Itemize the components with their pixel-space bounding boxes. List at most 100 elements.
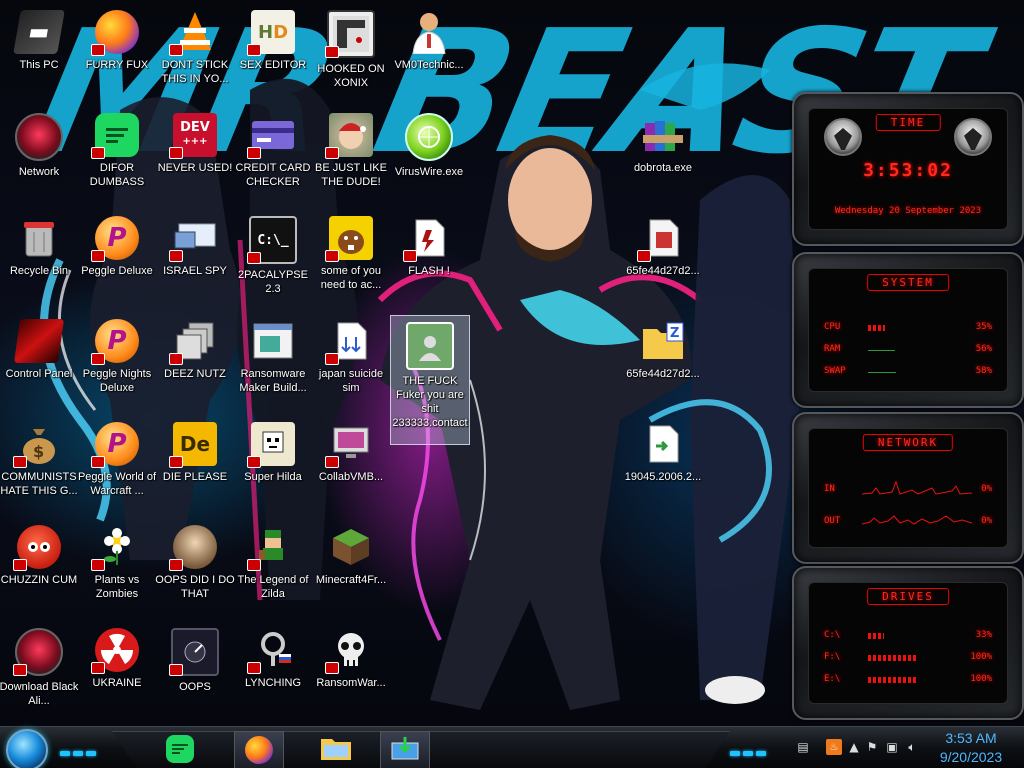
gadget-drives[interactable]: DRIVES C:\ 33% F:\ 100% E:\ 100% xyxy=(792,566,1024,720)
icon-communists[interactable]: $ COMMUNISTS HATE THIS G... xyxy=(0,416,78,512)
desktop: MR BEAST ▬ This PC FURRY FUX DONT STICK … xyxy=(0,0,1024,768)
icon-label: Ransomware Maker Build... xyxy=(239,368,307,394)
icon-vm0technic[interactable]: VM0Technic... xyxy=(390,4,468,100)
icon-the-fuck-contact[interactable]: THE FUCK Fuker you are shit 233333.conta… xyxy=(390,315,470,445)
icon-super-hilda[interactable]: Super Hilda xyxy=(234,416,312,512)
icon-this-pc[interactable]: ▬ This PC xyxy=(0,4,78,100)
icon-label: japan suicide sim xyxy=(318,368,384,394)
swap-bar xyxy=(868,372,896,373)
icon-israel-spy[interactable]: ISRAEL SPY xyxy=(156,210,234,306)
icon-lynching[interactable]: LYNCHING xyxy=(234,622,312,718)
icon-network[interactable]: Network xyxy=(0,107,78,203)
icon-peggle-world-of-warcraft[interactable]: P Peggle World of Warcraft ... xyxy=(78,416,156,512)
start-button[interactable] xyxy=(6,729,48,768)
taskbar-file-explorer-button[interactable] xyxy=(312,731,360,767)
icon-sex-editor[interactable]: HD SEX EDITOR xyxy=(234,4,312,100)
taskbar-green-app-button[interactable] xyxy=(156,731,204,767)
icon-flash[interactable]: FLASH ! xyxy=(390,210,468,306)
network-orb-icon xyxy=(15,113,63,161)
icon-label: ISRAEL SPY xyxy=(163,265,227,277)
icon-hooked-on-xonix[interactable]: HOOKED ON XONIX xyxy=(312,4,390,100)
icon-legend-of-zilda[interactable]: The Legend of Zilda xyxy=(234,519,312,615)
icon-label: Minecraft4Fr... xyxy=(315,574,387,586)
icon-control-panel[interactable]: Control Panel xyxy=(0,313,78,409)
skull-icon xyxy=(325,628,373,674)
file-explorer-icon xyxy=(320,733,352,765)
icon-peggle-nights[interactable]: P Peggle Nights Deluxe xyxy=(78,313,156,409)
icon-ransomwar[interactable]: RansomWar... xyxy=(312,622,390,718)
taskbar-clock[interactable]: 3:53 AM 9/20/2023 xyxy=(926,727,1016,768)
installer-icon xyxy=(325,319,373,365)
icon-label: RansomWar... xyxy=(316,677,386,689)
icon-credit-card-checker[interactable]: CREDIT CARD CHECKER xyxy=(234,107,312,203)
drive-row: C:\ 33% xyxy=(824,630,992,644)
icon-oops[interactable]: OOPS xyxy=(156,622,234,718)
icon-oops-did-i-do-that[interactable]: OOPS DID I DO THAT xyxy=(155,519,235,615)
volume-icon[interactable]: 🔈︎ xyxy=(904,739,920,755)
icon-65fe44d-1[interactable]: 65fe44d27d2... xyxy=(624,210,702,306)
icon-2pacalypse[interactable]: C:\_ 2PACALYPSE 2.3 xyxy=(234,210,312,306)
green-feedback-icon xyxy=(91,113,139,159)
icon-label: 65fe44d27d2... xyxy=(626,265,700,277)
icon-label: CREDIT CARD CHECKER xyxy=(235,162,311,188)
gadget-time[interactable]: TIME 3:53:02 Wednesday 20 September 2023 xyxy=(792,92,1024,246)
icon-19045[interactable]: 19045.2006.2... xyxy=(624,416,702,512)
icon-never-used[interactable]: DEV +++ NEVER USED! xyxy=(156,107,234,203)
drive-bar xyxy=(868,677,916,683)
icon-some-of-you[interactable]: some of you need to ac... xyxy=(312,210,390,306)
recycle-bin-icon xyxy=(17,216,61,260)
icon-die-please[interactable]: De DIE PLEASE xyxy=(156,416,234,512)
icon-furry-fux[interactable]: FURRY FUX xyxy=(78,4,156,100)
winrar-books-icon xyxy=(641,113,685,157)
icon-viruswire[interactable]: VirusWire.exe xyxy=(390,107,468,203)
net-out-label: OUT xyxy=(824,516,841,526)
icon-minecraft[interactable]: Minecraft4Fr... xyxy=(312,519,390,615)
drive-row: F:\ 100% xyxy=(824,652,992,666)
clock-date: 9/20/2023 xyxy=(939,749,1003,765)
icon-ransomware-maker[interactable]: Ransomware Maker Build... xyxy=(234,313,312,409)
swap-label: SWAP xyxy=(824,366,846,376)
icon-recycle-bin[interactable]: Recycle Bin xyxy=(0,210,78,306)
vm-app-icon xyxy=(390,735,420,765)
icon-dont-stick[interactable]: DONT STICK THIS IN YO... xyxy=(156,4,234,100)
swap-value: 58% xyxy=(975,366,992,376)
icon-label: SEX EDITOR xyxy=(239,59,307,71)
icon-plants-vs-zombies[interactable]: Plants vs Zombies xyxy=(78,519,156,615)
icon-chuzzin-cum[interactable]: CHUZZIN CUM xyxy=(0,519,78,615)
icon-label: Super Hilda xyxy=(244,471,302,483)
icon-label: NEVER USED! xyxy=(157,162,233,174)
network-status-icon[interactable]: ▣ xyxy=(884,739,900,755)
beaver-icon xyxy=(325,216,373,262)
flower-icon xyxy=(91,525,139,571)
action-center-flag-icon[interactable]: ⚑ xyxy=(864,739,880,755)
icon-ukraine[interactable]: UKRAINE xyxy=(78,622,156,718)
icon-peggle-deluxe[interactable]: P Peggle Deluxe xyxy=(78,210,156,306)
icon-label: OOPS xyxy=(179,681,211,693)
icon-dobrota[interactable]: dobrota.exe xyxy=(624,107,702,203)
peggle-p-icon: P xyxy=(91,319,139,365)
chuzzle-icon xyxy=(13,525,61,571)
taskbar-firefox-button[interactable] xyxy=(234,731,284,768)
icon-download-black-ali[interactable]: Download Black Ali... xyxy=(0,622,78,718)
drive-bar xyxy=(868,633,884,639)
icon-japan-suicide-sim[interactable]: japan suicide sim xyxy=(312,313,390,409)
gadget-time-title: TIME xyxy=(875,114,941,131)
tray-menu-icon[interactable]: ▤ xyxy=(792,739,814,755)
tray-app-icon[interactable]: ♨ xyxy=(826,739,842,755)
taskbar-decoration xyxy=(730,741,769,756)
drive-bar xyxy=(868,655,916,661)
grass-block-icon xyxy=(329,525,373,569)
chevron-up-icon[interactable]: ▲ xyxy=(846,739,862,755)
taskbar: ▤ ♨ ▲ ⚑ ▣ 🔈︎ 3:53 AM 9/20/2023 xyxy=(0,726,1024,768)
gadget-date: Wednesday 20 September 2023 xyxy=(834,206,982,216)
icon-be-just-like[interactable]: BE JUST LIKE THE DUDE! xyxy=(312,107,390,203)
icon-collabvm[interactable]: CollabVMB... xyxy=(312,416,390,512)
ram-value: 56% xyxy=(975,344,992,354)
icon-deez-nutz[interactable]: DEEZ NUTZ xyxy=(156,313,234,409)
icon-65fe44d-2[interactable]: Z 65fe44d27d2... xyxy=(624,313,702,409)
icon-label: CHUZZIN CUM xyxy=(0,574,78,586)
icon-difor-dumbass[interactable]: DIFOR DUMBASS xyxy=(78,107,156,203)
taskbar-vm-app-button[interactable] xyxy=(380,731,430,768)
gadget-network[interactable]: NETWORK IN 0% OUT 0% xyxy=(792,412,1024,564)
gadget-system[interactable]: SYSTEM CPU 35% RAM 56% SWAP 58% xyxy=(792,252,1024,408)
